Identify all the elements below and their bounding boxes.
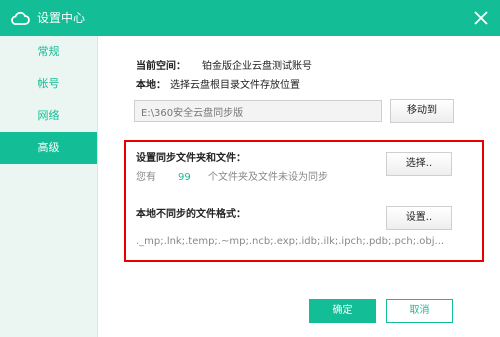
sidebar-item-general[interactable]: 常规 [0,36,97,68]
sync-status-count: 99 [178,172,191,183]
sidebar-item-account[interactable]: 帐号 [0,68,97,100]
sync-status-text: 个文件夹及文件未设为同步 [208,172,328,183]
settings-button[interactable]: 设置.. [386,206,452,230]
sidebar: 常规 帐号 网络 高级 [0,36,98,337]
nosync-formats-title: 本地不同步的文件格式： [136,209,246,220]
sync-folders-title: 设置同步文件夹和文件： [136,153,246,164]
local-path-field[interactable] [134,100,382,122]
sidebar-item-advanced[interactable]: 高级 [0,132,97,164]
select-button[interactable]: 选择.. [386,152,452,176]
title-bar: 设置中心 [0,0,500,36]
cloud-icon [11,11,30,25]
close-icon[interactable] [472,9,490,27]
local-label: 本地： [136,80,166,91]
local-description: 选择云盘根目录文件存放位置 [170,80,300,91]
move-to-button[interactable]: 移动到 [390,99,454,123]
sync-status-prefix: 您有 [136,172,156,183]
sidebar-item-network[interactable]: 网络 [0,100,97,132]
cancel-button[interactable]: 取消 [386,299,453,323]
advanced-settings-panel: 当前空间： 铂金版企业云盘测试账号 本地： 选择云盘根目录文件存放位置 移动到 … [98,36,500,337]
current-space-value: 铂金版企业云盘测试账号 [202,61,312,72]
ok-button[interactable]: 确定 [309,299,376,323]
window-title: 设置中心 [37,11,86,25]
current-space-label: 当前空间： [136,61,186,72]
nosync-formats-list: ._mp;.lnk;.temp;.~mp;.ncb;.exp;.idb;.ilk… [136,236,445,247]
